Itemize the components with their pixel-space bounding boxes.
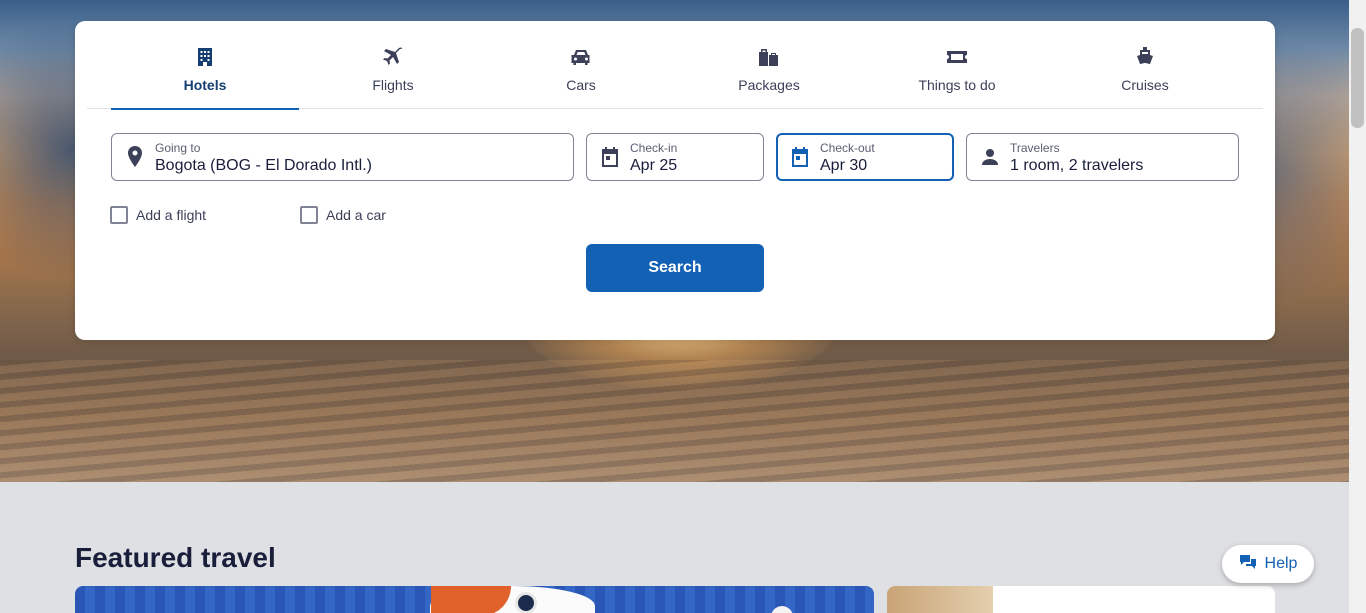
check-in-value: Apr 25: [630, 157, 678, 174]
checkbox-box[interactable]: [110, 206, 128, 224]
building-icon: [193, 45, 217, 69]
travel-type-tabs: Hotels Flights Cars Packages Things to d…: [87, 21, 1263, 110]
tab-label: Hotels: [183, 77, 227, 93]
featured-travel-heading: Featured travel: [75, 542, 276, 573]
check-out-label: Check-out: [820, 141, 875, 155]
luggage-icon: [757, 45, 781, 69]
check-out-field[interactable]: Check-out Apr 30: [776, 133, 954, 181]
featured-image-pool-float[interactable]: [75, 586, 874, 613]
tab-things-to-do[interactable]: Things to do: [863, 21, 1051, 109]
tab-label: Packages: [738, 77, 800, 93]
tab-flights[interactable]: Flights: [299, 21, 487, 109]
page-scrollbar[interactable]: [1349, 0, 1366, 613]
ship-icon: [1133, 45, 1157, 69]
featured-card-thumbnail: [887, 586, 993, 613]
going-to-value: Bogota (BOG - El Dorado Intl.): [155, 157, 372, 174]
add-flight-label: Add a flight: [136, 207, 207, 223]
tab-cars[interactable]: Cars: [487, 21, 675, 109]
help-label: Help: [1264, 555, 1298, 572]
hero-ocean-waves: [0, 360, 1349, 482]
help-button[interactable]: Help: [1222, 545, 1314, 583]
check-in-field[interactable]: Check-in Apr 25: [586, 133, 764, 181]
tab-label: Things to do: [918, 77, 996, 93]
tab-label: Cruises: [1121, 77, 1169, 93]
tab-label: Flights: [372, 77, 414, 93]
travelers-label: Travelers: [1010, 141, 1060, 155]
going-to-label: Going to: [155, 141, 201, 155]
calendar-icon: [789, 146, 811, 168]
tab-cruises[interactable]: Cruises: [1051, 21, 1239, 109]
check-out-value: Apr 30: [820, 157, 868, 174]
float-ball: [771, 606, 793, 613]
scrollbar-thumb[interactable]: [1351, 28, 1364, 128]
checkbox-box[interactable]: [300, 206, 318, 224]
add-flight-checkbox[interactable]: Add a flight: [110, 206, 206, 224]
add-car-checkbox[interactable]: Add a car: [300, 206, 386, 224]
search-form-card: Hotels Flights Cars Packages Things to d…: [75, 21, 1275, 340]
location-pin-icon: [124, 146, 146, 168]
plane-icon: [381, 45, 405, 69]
going-to-field[interactable]: Going to Bogota (BOG - El Dorado Intl.): [111, 133, 574, 181]
search-button[interactable]: Search: [586, 244, 764, 292]
person-icon: [979, 146, 1001, 168]
tab-packages[interactable]: Packages: [675, 21, 863, 109]
ticket-icon: [945, 45, 969, 69]
float-eye: [515, 592, 537, 613]
travelers-value: 1 room, 2 travelers: [1010, 157, 1144, 174]
tab-hotels[interactable]: Hotels: [111, 21, 299, 110]
check-in-label: Check-in: [630, 141, 678, 155]
calendar-icon: [599, 146, 621, 168]
add-car-label: Add a car: [326, 207, 386, 223]
car-icon: [569, 45, 593, 69]
featured-card-secondary[interactable]: [887, 586, 1275, 613]
travelers-field[interactable]: Travelers 1 room, 2 travelers: [966, 133, 1239, 181]
float-beak: [431, 586, 511, 613]
tab-label: Cars: [566, 77, 596, 93]
chat-bubbles-icon: [1239, 554, 1257, 575]
